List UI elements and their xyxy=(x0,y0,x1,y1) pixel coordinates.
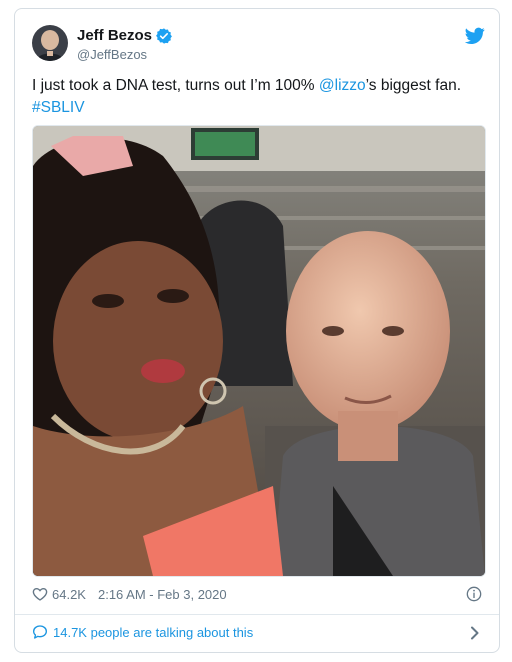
bird-logo-icon[interactable] xyxy=(464,27,485,45)
tweet-text-part: I just took a DNA test, turns out I’m 10… xyxy=(32,77,319,94)
tweet-photo[interactable] xyxy=(32,125,486,577)
info-icon[interactable] xyxy=(466,586,482,602)
conversation-link[interactable]: 14.7K people are talking about this xyxy=(32,624,253,640)
divider xyxy=(15,614,499,615)
author-name[interactable]: Jeff Bezos xyxy=(77,27,152,44)
author-handle[interactable]: @JeffBezos xyxy=(77,47,147,62)
like-count[interactable]: 64.2K xyxy=(52,587,86,602)
tweet-text: I just took a DNA test, turns out I’m 10… xyxy=(32,75,482,119)
tweet-text-part: ’s biggest fan. xyxy=(365,77,462,94)
chevron-right-icon[interactable] xyxy=(470,626,480,640)
author-row[interactable]: Jeff Bezos xyxy=(77,27,172,44)
verified-badge-icon xyxy=(156,27,172,44)
embedded-tweet-card[interactable]: Jeff Bezos @JeffBezos I just took a DNA … xyxy=(14,8,500,653)
tweet-meta: 64.2K 2:16 AM - Feb 3, 2020 xyxy=(32,586,227,602)
conversation-text[interactable]: 14.7K people are talking about this xyxy=(53,625,253,640)
heart-icon[interactable] xyxy=(32,586,48,602)
mention-link[interactable]: @lizzo xyxy=(319,77,366,94)
avatar[interactable] xyxy=(32,25,68,61)
timestamp-link[interactable]: 2:16 AM - Feb 3, 2020 xyxy=(98,587,227,602)
hashtag-link[interactable]: #SBLIV xyxy=(32,99,85,116)
speech-bubble-icon xyxy=(32,624,48,640)
